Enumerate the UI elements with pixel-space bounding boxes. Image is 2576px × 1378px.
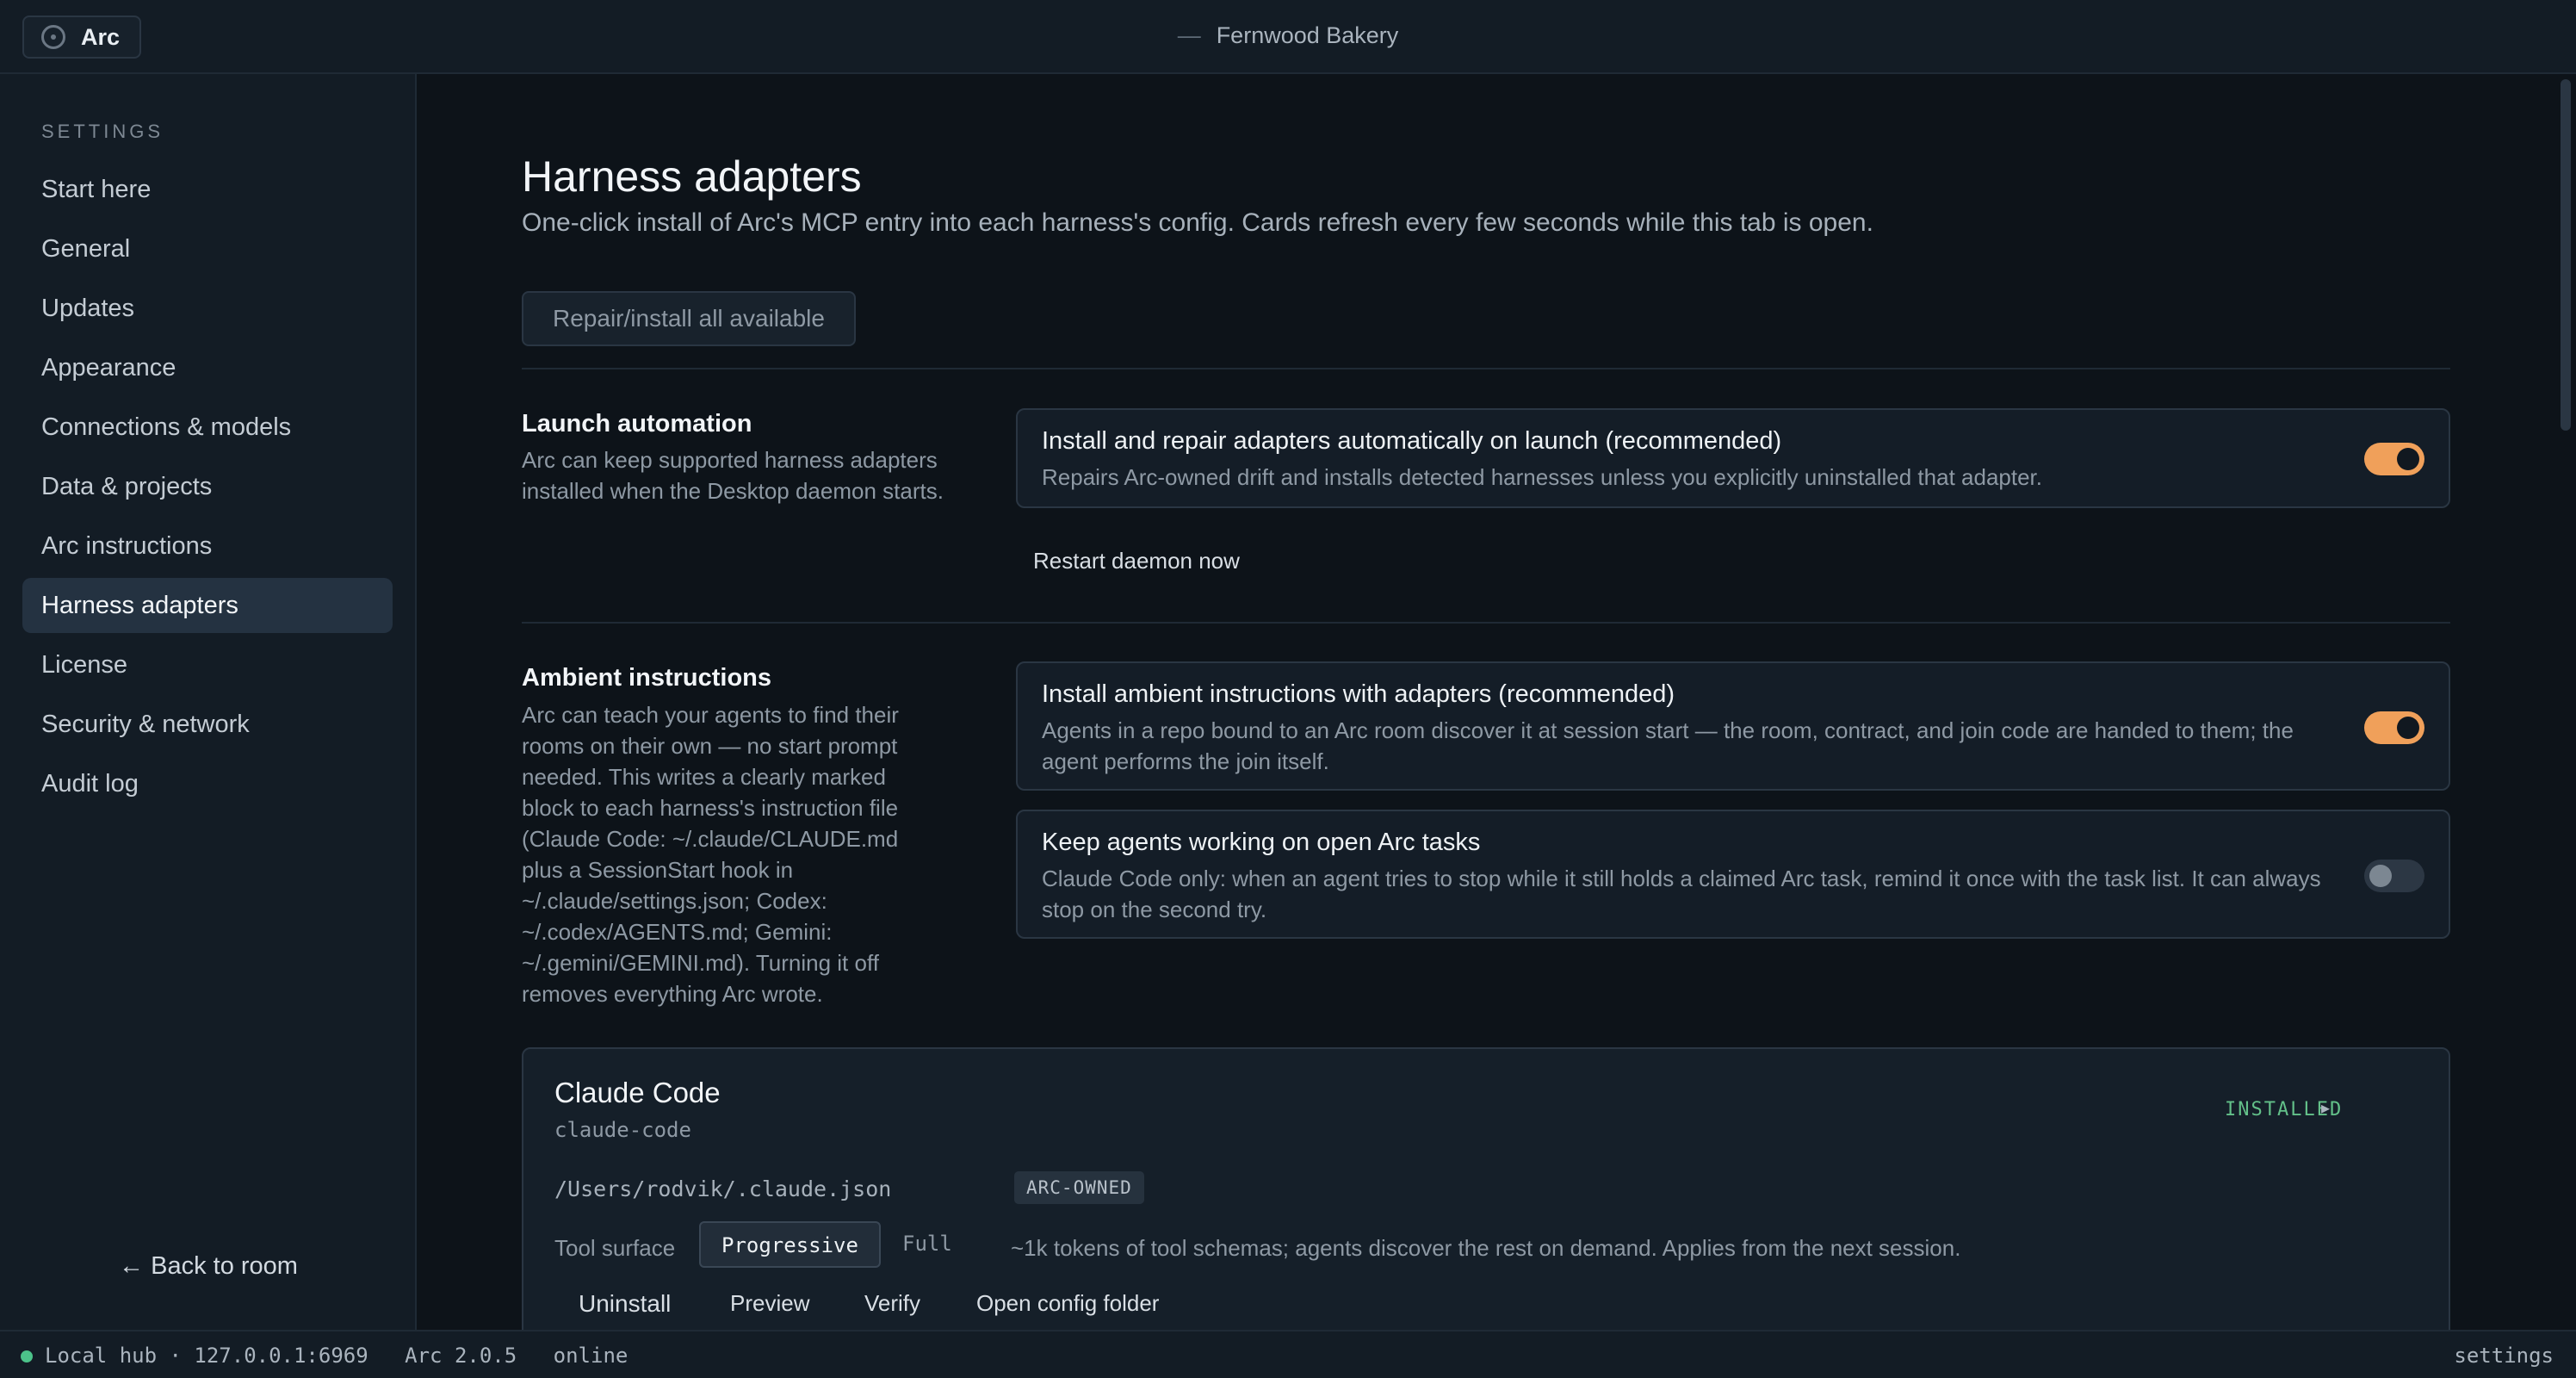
- auto-install-description: Repairs Arc-owned drift and installs det…: [1042, 464, 2042, 490]
- sidebar-item-audit-log[interactable]: Audit log: [22, 756, 393, 811]
- uninstall-button[interactable]: Uninstall: [579, 1290, 671, 1318]
- keep-working-description: Claude Code only: when an agent tries to…: [1042, 866, 2321, 922]
- adapter-card-claude-code: Claude Code claude-code INSTALLED ▸ /Use…: [522, 1047, 2450, 1330]
- title-dash: —: [1177, 22, 1201, 48]
- arc-owned-badge: ARC-OWNED: [1014, 1171, 1144, 1204]
- connection-state: online: [553, 1344, 629, 1368]
- ambient-instructions-option-title: Install ambient instructions with adapte…: [1042, 680, 1675, 708]
- launch-automation-title: Launch automation: [522, 410, 752, 438]
- sidebar-item-general[interactable]: General: [22, 221, 393, 276]
- expand-chevron-icon[interactable]: ▸: [2321, 1097, 2330, 1119]
- tool-surface-label: Tool surface: [554, 1235, 676, 1261]
- status-info: Local hub · 127.0.0.1:6969 Arc 2.0.5 onl…: [45, 1344, 652, 1368]
- page-subtitle: One-click install of Arc's MCP entry int…: [522, 208, 1873, 237]
- repair-install-all-button[interactable]: Repair/install all available: [522, 291, 856, 346]
- app-version: Arc 2.0.5: [405, 1344, 517, 1368]
- adapter-id: claude-code: [554, 1118, 691, 1142]
- ambient-instructions-description: Arc can teach your agents to find their …: [522, 702, 899, 1007]
- settings-sidebar: SETTINGS Start here General Updates Appe…: [0, 74, 417, 1330]
- sidebar-item-security-network[interactable]: Security & network: [22, 697, 393, 752]
- launch-automation-description: Arc can keep supported harness adapters …: [522, 447, 944, 504]
- auto-install-toggle[interactable]: [2364, 443, 2424, 475]
- adapter-name: Claude Code: [554, 1077, 721, 1108]
- keep-working-toggle[interactable]: [2364, 860, 2424, 892]
- status-context: settings: [2454, 1344, 2554, 1368]
- ambient-instructions-title: Ambient instructions: [522, 664, 772, 692]
- ambient-instructions-toggle[interactable]: [2364, 711, 2424, 744]
- sidebar-item-start-here[interactable]: Start here: [22, 162, 393, 217]
- tool-surface-description: ~1k tokens of tool schemas; agents disco…: [1011, 1235, 1961, 1261]
- sidebar-item-appearance[interactable]: Appearance: [22, 340, 393, 395]
- content-scrollbar[interactable]: [2555, 74, 2576, 1330]
- hub-address: Local hub · 127.0.0.1:6969: [45, 1344, 368, 1368]
- title-bar: Arc — Fernwood Bakery: [0, 0, 2576, 74]
- open-config-folder-button[interactable]: Open config folder: [976, 1290, 1159, 1317]
- keep-working-title: Keep agents working on open Arc tasks: [1042, 829, 1481, 856]
- restart-daemon-button[interactable]: Restart daemon now: [1033, 548, 1240, 574]
- tool-surface-full-button[interactable]: Full: [882, 1221, 973, 1268]
- window-title: — Fernwood Bakery: [0, 22, 2576, 49]
- section-divider: [522, 622, 2450, 624]
- auto-install-title: Install and repair adapters automaticall…: [1042, 427, 1782, 455]
- back-to-room-link[interactable]: ← Back to room: [0, 1252, 417, 1281]
- sidebar-item-updates[interactable]: Updates: [22, 281, 393, 336]
- sidebar-item-connections[interactable]: Connections & models: [22, 400, 393, 455]
- sidebar-item-data-projects[interactable]: Data & projects: [22, 459, 393, 514]
- keep-working-option[interactable]: Keep agents working on open Arc tasks Cl…: [1016, 810, 2450, 939]
- status-bar: Local hub · 127.0.0.1:6969 Arc 2.0.5 onl…: [0, 1330, 2576, 1378]
- ambient-instructions-option-description: Agents in a repo bound to an Arc room di…: [1042, 717, 2294, 774]
- config-path: /Users/rodvik/.claude.json: [554, 1176, 892, 1201]
- sidebar-item-license[interactable]: License: [22, 637, 393, 692]
- sidebar-item-harness-adapters[interactable]: Harness adapters: [22, 578, 393, 633]
- tool-surface-progressive-button[interactable]: Progressive: [699, 1221, 881, 1268]
- sidebar-heading: SETTINGS: [41, 121, 164, 142]
- online-status-icon: [21, 1350, 33, 1362]
- workspace-name: Fernwood Bakery: [1216, 22, 1399, 48]
- settings-content: Harness adapters One-click install of Ar…: [418, 74, 2555, 1330]
- verify-button[interactable]: Verify: [864, 1290, 920, 1317]
- sidebar-item-arc-instructions[interactable]: Arc instructions: [22, 518, 393, 574]
- ambient-instructions-option[interactable]: Install ambient instructions with adapte…: [1016, 661, 2450, 791]
- section-divider: [522, 368, 2450, 369]
- scrollbar-thumb[interactable]: [2561, 79, 2571, 431]
- page-title: Harness adapters: [522, 152, 862, 201]
- auto-install-option[interactable]: Install and repair adapters automaticall…: [1016, 408, 2450, 508]
- preview-button[interactable]: Preview: [730, 1290, 809, 1317]
